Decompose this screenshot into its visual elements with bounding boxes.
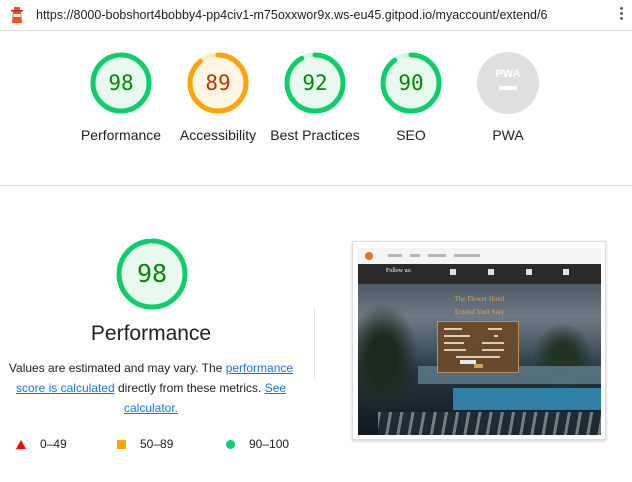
thumb-social-icon <box>488 269 494 275</box>
thumb-logo-icon <box>365 252 373 260</box>
gauge-score: 92 <box>302 71 328 95</box>
address-bar: https://8000-bobshort4bobby4-pp4civ1-m75… <box>0 0 632 31</box>
gauge-seo[interactable]: 90 <box>378 50 444 116</box>
url-text[interactable]: https://8000-bobshort4bobby4-pp4civ1-m75… <box>36 8 547 22</box>
pwa-dash-icon <box>499 86 517 90</box>
thumb-subtitle: Extend Your Stay <box>454 308 505 316</box>
legend-fail: 0–49 <box>16 436 67 452</box>
triangle-icon <box>16 440 26 450</box>
gauge-label[interactable]: SEO <box>356 125 466 145</box>
lighthouse-icon <box>11 7 23 23</box>
score-description: Values are estimated and may vary. The p… <box>4 358 298 418</box>
more-menu-icon[interactable] <box>620 7 624 23</box>
vertical-divider <box>314 308 315 378</box>
square-icon <box>117 440 126 450</box>
pwa-badge-text: PWA <box>495 68 520 80</box>
category-title: Performance <box>90 322 212 345</box>
final-screenshot[interactable]: Follow us: The Flower Hotel Extend Your … <box>352 241 606 440</box>
main-score: 98 <box>136 259 168 288</box>
thumb-booking-card <box>437 321 519 373</box>
gauge-label[interactable]: PWA <box>453 125 563 145</box>
gauge-accessibility[interactable]: 89 <box>185 50 251 116</box>
gauge-score: 98 <box>108 71 134 95</box>
gauge-score: 90 <box>398 71 424 95</box>
gauge-label[interactable]: Performance <box>66 125 176 145</box>
legend-average-label: 50–89 <box>140 437 174 451</box>
circle-icon <box>226 440 235 450</box>
thumb-navbar <box>358 248 601 264</box>
thumb-hotel-name: The Flower Hotel <box>454 295 505 303</box>
thumb-social-icon <box>450 269 456 275</box>
desc-prefix: Values are estimated and may vary. The <box>8 361 226 375</box>
legend-average: 50–89 <box>117 436 173 452</box>
thumb-follow-text: Follow us: <box>386 268 412 274</box>
screenshot-image: Follow us: The Flower Hotel Extend Your … <box>358 248 601 435</box>
section-divider <box>0 185 632 186</box>
gauge-performance[interactable]: 98 <box>88 50 154 116</box>
legend-fail-label: 0–49 <box>40 437 67 451</box>
gauge-score: 89 <box>205 71 231 95</box>
legend-pass: 90–100 <box>226 436 289 452</box>
legend-pass-label: 90–100 <box>249 437 290 451</box>
desc-mid: directly from these metrics. <box>114 381 265 395</box>
performance-main-gauge[interactable]: 98 <box>114 236 190 312</box>
gauge-best-practices[interactable]: 92 <box>282 50 348 116</box>
gauge-ring: PWA <box>477 52 539 114</box>
gauge-label[interactable]: Accessibility <box>163 125 273 145</box>
gauge-label[interactable]: Best Practices <box>260 125 370 145</box>
thumb-social-icon <box>526 269 532 275</box>
thumb-social-icon <box>563 269 569 275</box>
gauge-pwa[interactable]: PWA <box>475 50 541 116</box>
